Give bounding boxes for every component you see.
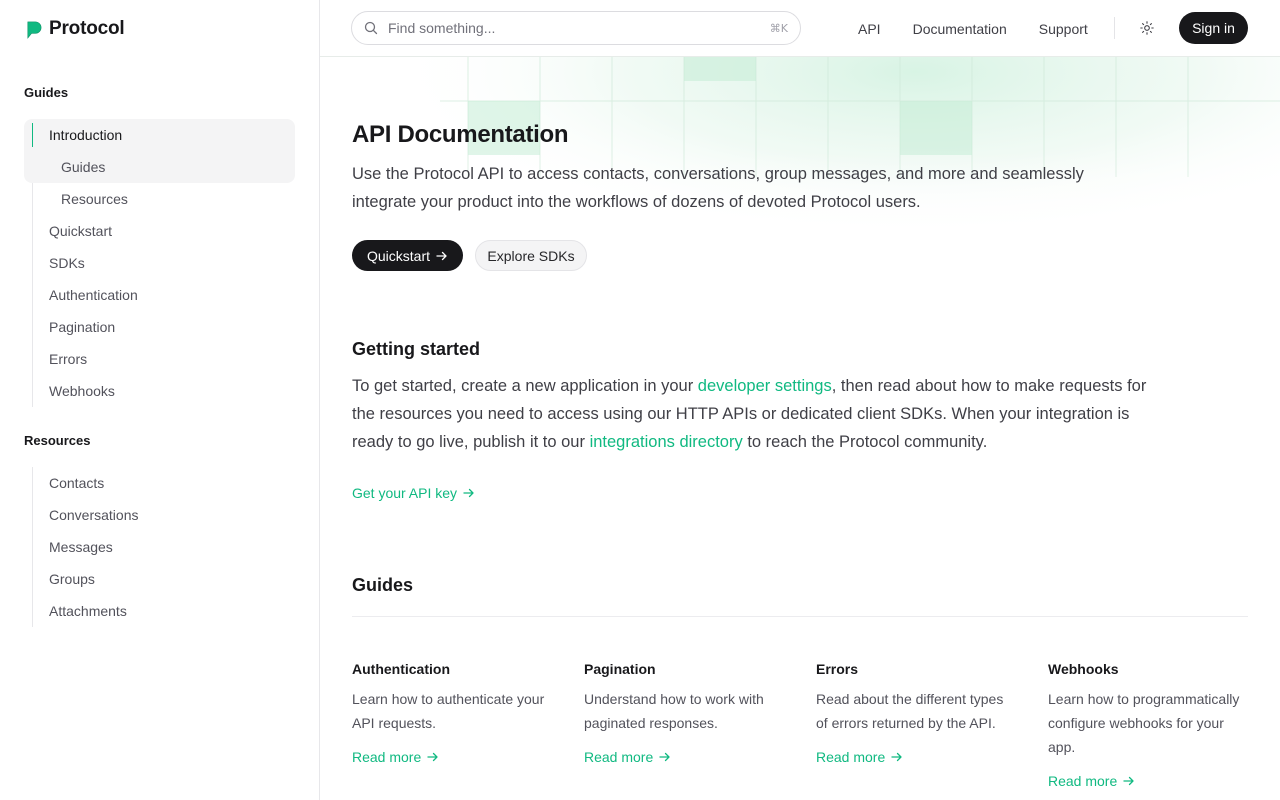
- guide-card-webhooks: Webhooks Learn how to programmatically c…: [1048, 661, 1248, 789]
- nav-link-support[interactable]: Support: [1039, 21, 1088, 37]
- sidebar-item-authentication[interactable]: Authentication: [24, 279, 296, 311]
- sidebar-subitem-resources[interactable]: Resources: [24, 183, 296, 215]
- arrow-right-icon: [659, 752, 670, 762]
- sidebar-item-sdks[interactable]: SDKs: [24, 247, 296, 279]
- divider: [1114, 17, 1115, 39]
- quickstart-button[interactable]: Quickstart: [352, 240, 463, 271]
- logo-text: Protocol: [49, 18, 125, 39]
- integrations-directory-link[interactable]: integrations directory: [590, 433, 743, 451]
- sidebar-item-conversations[interactable]: Conversations: [24, 499, 296, 531]
- sign-in-button[interactable]: Sign in: [1179, 12, 1248, 44]
- sidebar-item-attachments[interactable]: Attachments: [24, 595, 296, 627]
- nav-link-documentation[interactable]: Documentation: [913, 21, 1007, 37]
- nav-link-api[interactable]: API: [858, 21, 881, 37]
- arrow-right-icon: [463, 488, 474, 498]
- sidebar: Protocol Guides Introduction Guides Reso…: [0, 0, 320, 800]
- sidebar-resources-list: Contacts Conversations Messages Groups A…: [24, 467, 296, 627]
- card-description: Learn how to authenticate your API reque…: [352, 691, 545, 731]
- quickstart-label: Quickstart: [366, 247, 430, 264]
- card-title: Authentication: [352, 661, 450, 677]
- main-content: API Documentation Use the Protocol API t…: [320, 57, 1280, 800]
- section-title-getting-started: Getting started: [352, 339, 481, 359]
- card-description: Learn how to programmatically configure …: [1048, 691, 1240, 755]
- section-title-guides: Guides: [352, 575, 414, 595]
- card-description: Understand how to work with paginated re…: [584, 691, 764, 731]
- sidebar-item-messages[interactable]: Messages: [24, 531, 296, 563]
- arrow-right-icon: [427, 752, 438, 762]
- arrow-right-icon: [891, 752, 902, 762]
- sidebar-item-quickstart[interactable]: Quickstart: [24, 215, 296, 247]
- read-more-link[interactable]: Read more: [816, 749, 1016, 765]
- sidebar-guides-list: Introduction Guides Resources Quickstart…: [24, 119, 296, 407]
- read-more-link[interactable]: Read more: [352, 749, 552, 765]
- sidebar-subitem-guides[interactable]: Guides: [24, 151, 296, 183]
- sidebar-resources-section: Resources Contacts Conversations Message…: [24, 431, 296, 627]
- read-more-link[interactable]: Read more: [1048, 773, 1248, 789]
- sun-icon: [1140, 21, 1154, 35]
- get-api-key-link[interactable]: Get your API key: [352, 485, 475, 501]
- guide-card-authentication: Authentication Learn how to authenticate…: [352, 661, 552, 765]
- guide-card-pagination: Pagination Understand how to work with p…: [584, 661, 784, 765]
- top-bar: Find something... ⌘K API Documentation S…: [320, 0, 1280, 57]
- page-title: API Documentation: [352, 121, 569, 148]
- developer-settings-link[interactable]: developer settings: [698, 377, 832, 395]
- sidebar-guides-section: Guides Introduction Guides Resources Qui…: [24, 83, 296, 407]
- sidebar-item-errors[interactable]: Errors: [24, 343, 296, 375]
- top-nav: API Documentation Support: [826, 0, 1088, 57]
- search-shortcut: ⌘K: [769, 21, 788, 35]
- theme-toggle[interactable]: [1137, 18, 1157, 38]
- arrow-right-icon: [436, 251, 447, 260]
- sidebar-item-contacts[interactable]: Contacts: [24, 467, 296, 499]
- search-input[interactable]: Find something... ⌘K: [351, 11, 801, 45]
- card-title: Pagination: [584, 661, 656, 677]
- card-title: Webhooks: [1048, 661, 1119, 677]
- read-more-link[interactable]: Read more: [584, 749, 784, 765]
- logo[interactable]: Protocol: [24, 18, 125, 40]
- guide-card-errors: Errors Read about the different types of…: [816, 661, 1016, 765]
- search-placeholder: Find something...: [388, 20, 496, 36]
- card-description: Read about the different types of errors…: [816, 691, 1004, 731]
- sidebar-item-groups[interactable]: Groups: [24, 563, 296, 595]
- sidebar-item-pagination[interactable]: Pagination: [24, 311, 296, 343]
- card-title: Errors: [816, 661, 859, 677]
- sidebar-item-webhooks[interactable]: Webhooks: [24, 375, 296, 407]
- sidebar-heading-resources: Resources: [24, 433, 91, 448]
- divider: [352, 616, 1248, 617]
- sidebar-item-introduction[interactable]: Introduction: [24, 119, 296, 151]
- sidebar-heading-guides: Guides: [24, 85, 69, 100]
- logo-icon: [27, 21, 42, 39]
- arrow-right-icon: [1123, 776, 1134, 786]
- explore-sdks-button[interactable]: Explore SDKs: [475, 240, 587, 271]
- getting-started-paragraph: To get started, create a new application…: [352, 377, 1147, 451]
- lead-paragraph: Use the Protocol API to access contacts,…: [352, 165, 1084, 211]
- search-icon: [364, 21, 378, 35]
